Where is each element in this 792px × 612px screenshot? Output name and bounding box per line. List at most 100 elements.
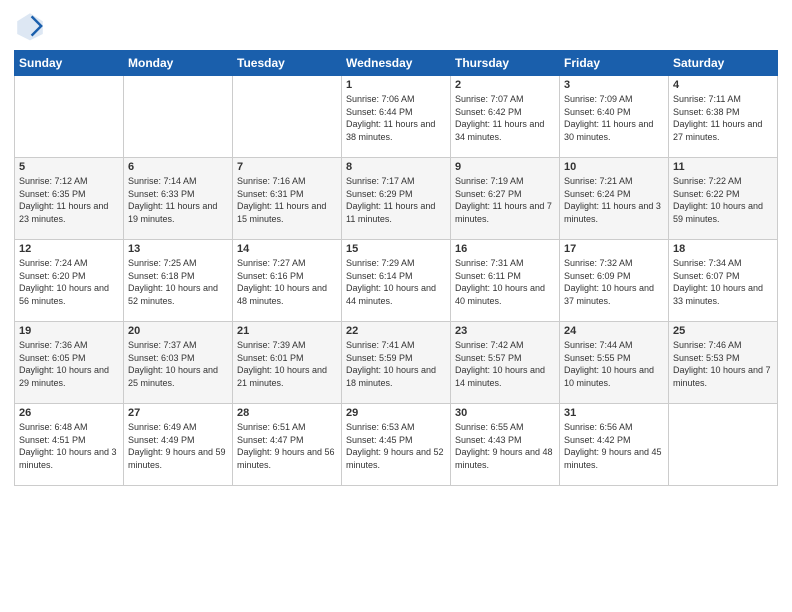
day-number: 5 — [19, 161, 119, 173]
day-info: Sunrise: 6:48 AM Sunset: 4:51 PM Dayligh… — [19, 421, 119, 471]
calendar-cell: 27Sunrise: 6:49 AM Sunset: 4:49 PM Dayli… — [124, 404, 233, 486]
col-header-thursday: Thursday — [451, 51, 560, 76]
day-info: Sunrise: 7:21 AM Sunset: 6:24 PM Dayligh… — [564, 175, 664, 225]
day-info: Sunrise: 7:25 AM Sunset: 6:18 PM Dayligh… — [128, 257, 228, 307]
col-header-tuesday: Tuesday — [233, 51, 342, 76]
calendar-cell: 15 Sunrise: 7:29 AM Sunset: 6:14 PM Dayli… — [342, 240, 451, 322]
calendar-cell: 5 Sunrise: 7:12 AM Sunset: 6:35 PM Daylig… — [15, 158, 124, 240]
day-info: Sunrise: 7:12 AM Sunset: 6:35 PM Dayligh… — [19, 175, 119, 225]
day-info: Sunrise: 7:22 AM Sunset: 6:22 PM Dayligh… — [673, 175, 773, 225]
day-number: 28 — [237, 407, 337, 419]
day-number: 26 — [19, 407, 119, 419]
calendar-cell: 19Sunrise: 7:36 AM Sunset: 6:05 PM Dayli… — [15, 322, 124, 404]
calendar-week-row: 26 Sunrise: 6:48 AM Sunset: 4:51 PM Dayli… — [15, 404, 778, 486]
calendar-cell: 31 Sunrise: 6:56 AM Sunset: 4:42 PM Dayli… — [560, 404, 669, 486]
calendar-cell: 12 Sunrise: 7:24 AM Sunset: 6:20 PM Dayli… — [15, 240, 124, 322]
calendar-cell: 4 Sunrise: 7:11 AM Sunset: 6:38 PM Daylig… — [669, 76, 778, 158]
day-info: Sunrise: 6:49 AM Sunset: 4:49 PM Dayligh… — [128, 421, 228, 471]
day-info: Sunrise: 6:53 AM Sunset: 4:45 PM Dayligh… — [346, 421, 446, 471]
calendar-week-row: 12 Sunrise: 7:24 AM Sunset: 6:20 PM Dayli… — [15, 240, 778, 322]
day-number: 7 — [237, 161, 337, 173]
day-info: Sunrise: 7:19 AM Sunset: 6:27 PM Dayligh… — [455, 175, 555, 225]
day-number: 23 — [455, 325, 555, 337]
generalblue-logo-icon — [14, 10, 46, 42]
calendar-cell: 20Sunrise: 7:37 AM Sunset: 6:03 PM Dayli… — [124, 322, 233, 404]
calendar-cell: 18 Sunrise: 7:34 AM Sunset: 6:07 PM Dayli… — [669, 240, 778, 322]
day-info: Sunrise: 7:42 AM Sunset: 5:57 PM Dayligh… — [455, 339, 555, 389]
day-number: 2 — [455, 79, 555, 91]
calendar-cell: 9 Sunrise: 7:19 AM Sunset: 6:27 PM Daylig… — [451, 158, 560, 240]
calendar-cell: 10 Sunrise: 7:21 AM Sunset: 6:24 PM Dayli… — [560, 158, 669, 240]
day-info: Sunrise: 7:32 AM Sunset: 6:09 PM Dayligh… — [564, 257, 664, 307]
day-number: 25 — [673, 325, 773, 337]
day-number: 18 — [673, 243, 773, 255]
calendar-week-row: 19Sunrise: 7:36 AM Sunset: 6:05 PM Dayli… — [15, 322, 778, 404]
day-number: 10 — [564, 161, 664, 173]
col-header-saturday: Saturday — [669, 51, 778, 76]
calendar-table: SundayMondayTuesdayWednesdayThursdayFrid… — [14, 50, 778, 486]
calendar-cell: 14 Sunrise: 7:27 AM Sunset: 6:16 PM Dayli… — [233, 240, 342, 322]
calendar-cell: 6 Sunrise: 7:14 AM Sunset: 6:33 PM Daylig… — [124, 158, 233, 240]
day-info: Sunrise: 7:41 AM Sunset: 5:59 PM Dayligh… — [346, 339, 446, 389]
day-number: 9 — [455, 161, 555, 173]
day-number: 16 — [455, 243, 555, 255]
col-header-sunday: Sunday — [15, 51, 124, 76]
day-info: Sunrise: 6:56 AM Sunset: 4:42 PM Dayligh… — [564, 421, 664, 471]
calendar-cell: 11Sunrise: 7:22 AM Sunset: 6:22 PM Dayli… — [669, 158, 778, 240]
day-number: 22 — [346, 325, 446, 337]
calendar-cell — [15, 76, 124, 158]
day-info: Sunrise: 7:39 AM Sunset: 6:01 PM Dayligh… — [237, 339, 337, 389]
day-info: Sunrise: 7:27 AM Sunset: 6:16 PM Dayligh… — [237, 257, 337, 307]
day-info: Sunrise: 7:46 AM Sunset: 5:53 PM Dayligh… — [673, 339, 773, 389]
calendar-cell: 13 Sunrise: 7:25 AM Sunset: 6:18 PM Dayli… — [124, 240, 233, 322]
day-info: Sunrise: 7:14 AM Sunset: 6:33 PM Dayligh… — [128, 175, 228, 225]
day-info: Sunrise: 7:24 AM Sunset: 6:20 PM Dayligh… — [19, 257, 119, 307]
day-info: Sunrise: 7:09 AM Sunset: 6:40 PM Dayligh… — [564, 93, 664, 143]
calendar-cell — [233, 76, 342, 158]
day-number: 30 — [455, 407, 555, 419]
day-number: 1 — [346, 79, 446, 91]
calendar-cell: 1 Sunrise: 7:06 AM Sunset: 6:44 PM Daylig… — [342, 76, 451, 158]
day-number: 14 — [237, 243, 337, 255]
day-info: Sunrise: 6:55 AM Sunset: 4:43 PM Dayligh… — [455, 421, 555, 471]
calendar-cell: 28 Sunrise: 6:51 AM Sunset: 4:47 PM Dayli… — [233, 404, 342, 486]
calendar-week-row: 1 Sunrise: 7:06 AM Sunset: 6:44 PM Daylig… — [15, 76, 778, 158]
day-number: 12 — [19, 243, 119, 255]
calendar-cell: 29 Sunrise: 6:53 AM Sunset: 4:45 PM Dayli… — [342, 404, 451, 486]
day-number: 29 — [346, 407, 446, 419]
day-number: 19 — [19, 325, 119, 337]
day-number: 6 — [128, 161, 228, 173]
col-header-wednesday: Wednesday — [342, 51, 451, 76]
col-header-friday: Friday — [560, 51, 669, 76]
day-info: Sunrise: 7:07 AM Sunset: 6:42 PM Dayligh… — [455, 93, 555, 143]
calendar-cell: 30 Sunrise: 6:55 AM Sunset: 4:43 PM Dayli… — [451, 404, 560, 486]
calendar-cell: 26 Sunrise: 6:48 AM Sunset: 4:51 PM Dayli… — [15, 404, 124, 486]
day-info: Sunrise: 7:31 AM Sunset: 6:11 PM Dayligh… — [455, 257, 555, 307]
calendar-cell: 22 Sunrise: 7:41 AM Sunset: 5:59 PM Dayli… — [342, 322, 451, 404]
calendar-cell: 21Sunrise: 7:39 AM Sunset: 6:01 PM Dayli… — [233, 322, 342, 404]
day-number: 31 — [564, 407, 664, 419]
day-number: 13 — [128, 243, 228, 255]
day-number: 17 — [564, 243, 664, 255]
calendar-cell: 8Sunrise: 7:17 AM Sunset: 6:29 PM Daylig… — [342, 158, 451, 240]
day-info: Sunrise: 7:17 AM Sunset: 6:29 PM Dayligh… — [346, 175, 446, 225]
calendar-cell: 2 Sunrise: 7:07 AM Sunset: 6:42 PM Daylig… — [451, 76, 560, 158]
calendar-cell: 24Sunrise: 7:44 AM Sunset: 5:55 PM Dayli… — [560, 322, 669, 404]
day-number: 15 — [346, 243, 446, 255]
day-info: Sunrise: 7:29 AM Sunset: 6:14 PM Dayligh… — [346, 257, 446, 307]
day-info: Sunrise: 7:11 AM Sunset: 6:38 PM Dayligh… — [673, 93, 773, 143]
calendar-cell: 25 Sunrise: 7:46 AM Sunset: 5:53 PM Dayli… — [669, 322, 778, 404]
day-info: Sunrise: 6:51 AM Sunset: 4:47 PM Dayligh… — [237, 421, 337, 471]
day-number: 20 — [128, 325, 228, 337]
calendar-cell — [124, 76, 233, 158]
header — [14, 10, 778, 42]
day-number: 4 — [673, 79, 773, 91]
calendar-cell: 16 Sunrise: 7:31 AM Sunset: 6:11 PM Dayli… — [451, 240, 560, 322]
day-info: Sunrise: 7:06 AM Sunset: 6:44 PM Dayligh… — [346, 93, 446, 143]
col-header-monday: Monday — [124, 51, 233, 76]
calendar-cell: 23 Sunrise: 7:42 AM Sunset: 5:57 PM Dayli… — [451, 322, 560, 404]
calendar-week-row: 5 Sunrise: 7:12 AM Sunset: 6:35 PM Daylig… — [15, 158, 778, 240]
day-info: Sunrise: 7:34 AM Sunset: 6:07 PM Dayligh… — [673, 257, 773, 307]
calendar-cell: 3Sunrise: 7:09 AM Sunset: 6:40 PM Daylig… — [560, 76, 669, 158]
calendar-cell — [669, 404, 778, 486]
